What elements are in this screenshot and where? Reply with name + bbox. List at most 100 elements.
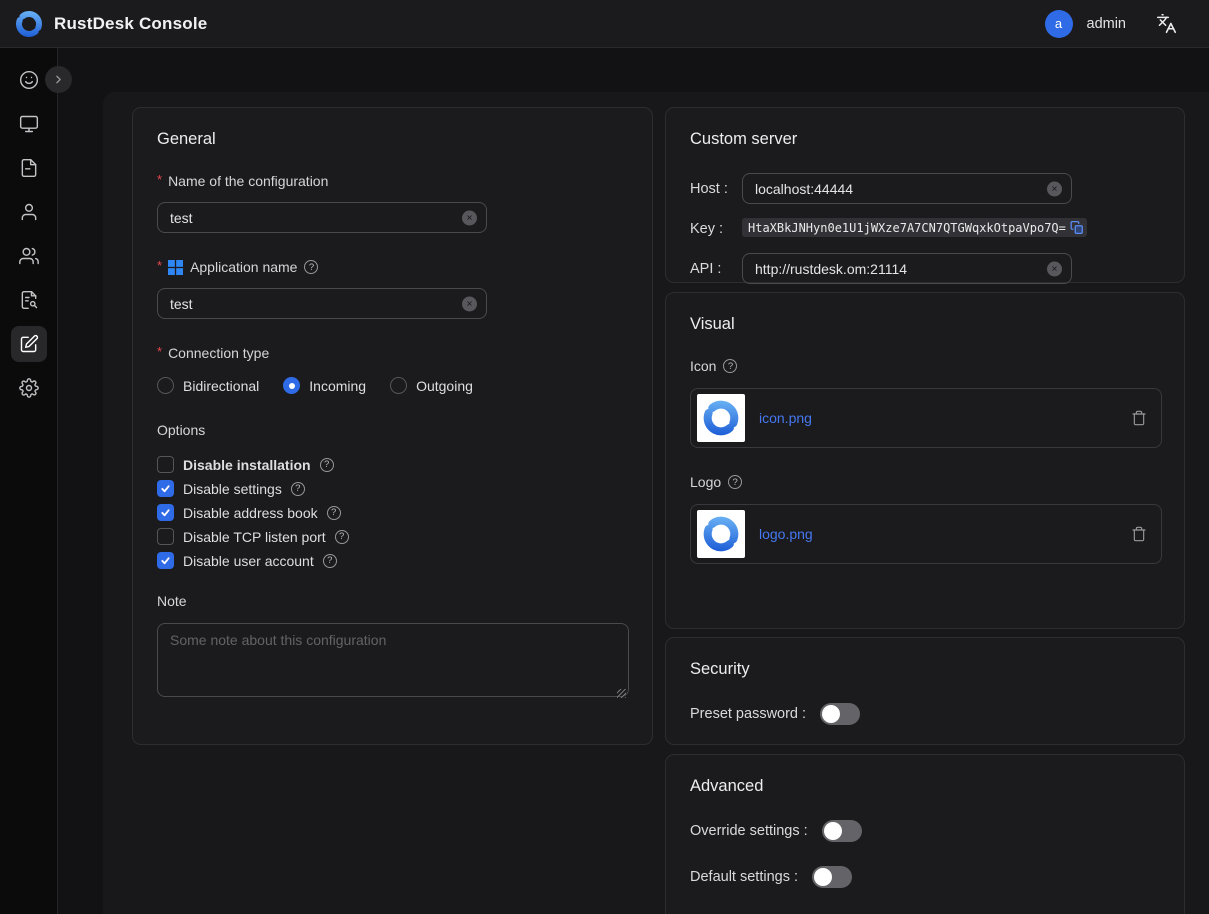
windows-logo-icon [168, 260, 183, 275]
checkbox-label: Disable settings [183, 481, 282, 497]
security-card: Security Preset password : [665, 637, 1185, 745]
sidebar-item-audit[interactable] [11, 282, 47, 318]
override-settings-toggle[interactable] [822, 820, 862, 842]
general-title: General [157, 130, 628, 149]
edit-square-icon [19, 334, 39, 354]
logo-label: Logo [690, 474, 721, 490]
option-disable-user-account[interactable]: Disable user account [157, 552, 628, 569]
default-settings-toggle[interactable] [812, 866, 852, 888]
clear-app-name-icon[interactable] [462, 296, 477, 311]
radio-bidirectional[interactable]: Bidirectional [157, 377, 259, 394]
checkbox-icon[interactable] [157, 552, 174, 569]
checkbox-icon[interactable] [157, 480, 174, 497]
key-value-chip: HtaXBkJNHyn0e1U1jWXze7A7CN7QTGWqxkOtpaVp… [742, 218, 1087, 237]
app-name-field [157, 288, 487, 319]
smile-icon [19, 70, 39, 90]
radio-icon [157, 377, 174, 394]
checkbox-label: Disable user account [183, 553, 314, 569]
checkbox-label: Disable address book [183, 505, 318, 521]
icon-label: Icon [690, 358, 716, 374]
connection-type-label: Connection type [168, 345, 269, 361]
gear-icon [19, 378, 39, 398]
radio-outgoing[interactable]: Outgoing [390, 377, 473, 394]
file-text-icon [19, 158, 39, 178]
sidebar-item-status[interactable] [11, 62, 47, 98]
security-title: Security [690, 660, 1160, 679]
help-icon[interactable] [335, 530, 349, 544]
required-asterisk: * [157, 258, 162, 273]
sidebar-expand-button[interactable] [45, 66, 72, 93]
option-disable-installation[interactable]: Disable installation [157, 456, 628, 473]
user-icon [19, 202, 39, 222]
brand: RustDesk Console [14, 9, 207, 39]
app-name-label: Application name [190, 259, 297, 275]
host-input[interactable] [743, 174, 1071, 203]
help-icon[interactable] [323, 554, 337, 568]
advanced-title: Advanced [690, 777, 1160, 796]
delete-icon-file-icon[interactable] [1131, 410, 1147, 426]
api-input[interactable] [743, 254, 1071, 283]
username[interactable]: admin [1087, 16, 1127, 32]
visual-title: Visual [690, 315, 1160, 334]
translate-icon[interactable] [1156, 13, 1177, 34]
visual-card: Visual Icon icon.png Logo logo.png [665, 292, 1185, 629]
main-panel: General * Name of the configuration * Ap… [103, 92, 1209, 914]
custom-server-title: Custom server [690, 130, 1160, 149]
options-label: Options [157, 422, 628, 438]
radio-icon [390, 377, 407, 394]
required-asterisk: * [157, 172, 162, 187]
note-textarea[interactable] [157, 623, 629, 697]
checkbox-icon[interactable] [157, 504, 174, 521]
app-name-input[interactable] [158, 289, 486, 318]
chevron-right-icon [52, 73, 65, 86]
key-value: HtaXBkJNHyn0e1U1jWXze7A7CN7QTGWqxkOtpaVp… [748, 221, 1066, 235]
radio-label: Incoming [309, 378, 366, 394]
clear-config-name-icon[interactable] [462, 210, 477, 225]
icon-file-row: icon.png [690, 388, 1162, 448]
help-icon[interactable] [304, 260, 318, 274]
api-field [742, 253, 1072, 284]
checkbox-icon[interactable] [157, 528, 174, 545]
sidebar-item-groups[interactable] [11, 238, 47, 274]
help-icon[interactable] [723, 359, 737, 373]
preset-password-toggle[interactable] [820, 703, 860, 725]
api-label: API : [690, 261, 742, 277]
help-icon[interactable] [291, 482, 305, 496]
logo-thumbnail [697, 510, 745, 558]
note-label: Note [157, 593, 628, 609]
required-asterisk: * [157, 344, 162, 359]
config-name-input[interactable] [158, 203, 486, 232]
icon-thumbnail [697, 394, 745, 442]
config-name-label: Name of the configuration [168, 173, 328, 189]
radio-label: Bidirectional [183, 378, 259, 394]
app-title: RustDesk Console [54, 14, 207, 34]
sidebar-item-devices[interactable] [11, 106, 47, 142]
checkbox-label: Disable TCP listen port [183, 529, 326, 545]
sidebar-item-users[interactable] [11, 194, 47, 230]
copy-icon[interactable] [1070, 220, 1084, 235]
option-disable-settings[interactable]: Disable settings [157, 480, 628, 497]
option-disable-address-book[interactable]: Disable address book [157, 504, 628, 521]
radio-icon [283, 377, 300, 394]
sidebar-item-custom-clients[interactable] [11, 326, 47, 362]
icon-file-link[interactable]: icon.png [759, 410, 812, 426]
default-settings-label: Default settings : [690, 869, 798, 885]
clear-host-icon[interactable] [1047, 181, 1062, 196]
clear-api-icon[interactable] [1047, 261, 1062, 276]
checkbox-icon[interactable] [157, 456, 174, 473]
key-label: Key : [690, 221, 742, 237]
connection-type-group: Bidirectional Incoming Outgoing [157, 377, 628, 394]
sidebar [0, 48, 58, 914]
help-icon[interactable] [327, 506, 341, 520]
help-icon[interactable] [728, 475, 742, 489]
help-icon[interactable] [320, 458, 334, 472]
checkbox-label: Disable installation [183, 457, 311, 473]
avatar[interactable]: a [1045, 10, 1073, 38]
radio-incoming[interactable]: Incoming [283, 377, 366, 394]
sidebar-item-documents[interactable] [11, 150, 47, 186]
option-disable-tcp-listen-port[interactable]: Disable TCP listen port [157, 528, 628, 545]
sidebar-item-settings[interactable] [11, 370, 47, 406]
delete-logo-file-icon[interactable] [1131, 526, 1147, 542]
logo-file-link[interactable]: logo.png [759, 526, 813, 542]
rustdesk-logo-icon [14, 9, 44, 39]
